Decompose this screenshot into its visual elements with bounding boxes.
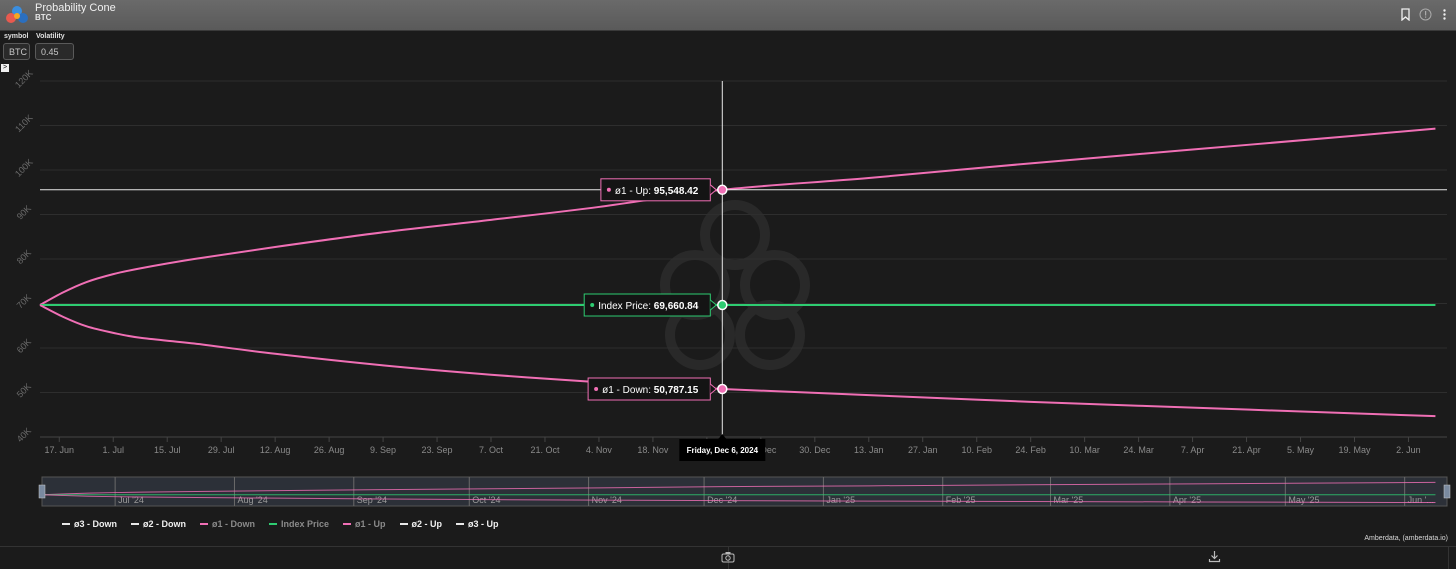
amberdata-watermark <box>660 200 810 370</box>
x-tick-label: 19. May <box>1338 445 1371 455</box>
bottom-toolbar <box>0 546 1456 569</box>
legend-swatch <box>131 523 139 525</box>
legend-swatch <box>456 523 465 525</box>
tooltip-marker <box>590 303 595 308</box>
navigator-label: Sep '24 <box>357 495 387 505</box>
crosshair-date-label: Friday, Dec 6, 2024 <box>687 446 759 455</box>
y-tick-label: 80K <box>15 248 33 266</box>
legend-label: ø3 - Up <box>468 519 499 529</box>
y-tick-label: 70K <box>15 292 33 310</box>
legend-item[interactable]: Index Price <box>269 519 329 529</box>
legend-item[interactable]: ø3 - Down <box>62 519 117 529</box>
x-tick-label: 10. Feb <box>961 445 992 455</box>
camera-icon[interactable] <box>721 551 735 563</box>
x-tick-label: 23. Sep <box>422 445 453 455</box>
legend-item[interactable]: ø1 - Up <box>343 519 386 529</box>
legend-item[interactable]: ø1 - Down <box>200 519 255 529</box>
legend-label: ø2 - Up <box>411 519 443 529</box>
x-tick-label: 26. Aug <box>314 445 345 455</box>
tooltip-text: Index Price: 69,660.84 <box>598 301 699 312</box>
tooltip-pointer <box>709 184 718 196</box>
y-tick-label: 60K <box>15 337 33 355</box>
navigator-label: Aug '24 <box>237 495 267 505</box>
hover-point <box>717 184 728 196</box>
tooltip-marker <box>594 386 599 391</box>
x-tick-label: 7. Apr <box>1181 445 1205 455</box>
y-axis: 40K 50K 60K 70K 80K 90K 100K 110K 120K <box>13 68 35 444</box>
legend-item[interactable]: ø2 - Up <box>399 519 443 529</box>
navigator-label: Feb '25 <box>946 495 976 505</box>
tooltip-label: ø1 - Down: <box>602 385 654 396</box>
hover-point <box>717 383 728 395</box>
probability-cone-chart[interactable]: 40K 50K 60K 70K 80K 90K 100K 110K 120K 17. Jun 1.… <box>0 0 1456 546</box>
legend-swatch <box>269 523 277 525</box>
tooltip-label: ø1 - Up: <box>615 186 654 197</box>
navigator-label: Apr '25 <box>1173 495 1201 505</box>
y-tick-label: 50K <box>15 381 33 399</box>
legend-swatch <box>62 523 70 525</box>
credit-text: Amberdata, (amberdata.io) <box>1364 535 1448 542</box>
download-icon[interactable] <box>1208 550 1221 563</box>
legend-label: ø1 - Down <box>212 519 255 529</box>
y-tick-label: 90K <box>15 203 33 221</box>
x-tick-label: 24. Feb <box>1015 445 1046 455</box>
navigator-label: Dec '24 <box>707 495 737 505</box>
x-tick-label: 21. Oct <box>530 445 560 455</box>
x-tick-label: 4. Nov <box>586 445 613 455</box>
legend-swatch <box>343 523 352 525</box>
navigator-handle-left <box>38 484 46 499</box>
tooltip-value: 50,787.15 <box>654 385 699 396</box>
y-tick-label: 100K <box>13 157 35 179</box>
tooltip: Index Price: 69,660.84 <box>583 293 718 317</box>
chart-grid <box>40 80 1447 438</box>
range-navigator[interactable]: Jul '24 Aug '24 Sep '24 Oct '24 Nov '24 Dec '… <box>38 476 1451 507</box>
x-tick-label: 24. Mar <box>1123 445 1154 455</box>
x-tick-label: 7. Oct <box>479 445 504 455</box>
tooltip: ø1 - Up: 95,548.42 <box>600 178 718 202</box>
navigator-label: May '25 <box>1288 495 1319 505</box>
hover-point <box>717 299 728 311</box>
tooltip-label: Index Price: <box>598 301 654 312</box>
tooltip-value: 69,660.84 <box>654 301 699 312</box>
x-tick-label: 10. Mar <box>1069 445 1100 455</box>
chart-series <box>39 127 1436 418</box>
x-tick-label: 1. Jul <box>102 445 124 455</box>
x-tick-label: 21. Apr <box>1232 445 1261 455</box>
y-tick-label: 110K <box>13 113 34 134</box>
x-tick-label: 27. Jan <box>908 445 938 455</box>
navigator-label: Jan '25 <box>826 495 855 505</box>
y-tick-label: 40K <box>15 426 33 444</box>
chart-legend: ø3 - Down ø2 - Down ø1 - Down Index Price ø1… <box>62 519 513 529</box>
tooltip-text: ø1 - Up: 95,548.42 <box>615 186 699 197</box>
x-tick-label: 18. Nov <box>637 445 669 455</box>
legend-label: Index Price <box>281 519 330 529</box>
legend-item[interactable]: ø2 - Down <box>131 519 186 529</box>
x-tick-label: 9. Sep <box>370 445 396 455</box>
legend-swatch <box>399 523 408 525</box>
tooltip-text: ø1 - Down: 50,787.15 <box>602 385 699 396</box>
x-tick-label: 29. Jul <box>208 445 235 455</box>
legend-swatch <box>200 523 208 525</box>
x-tick-label: 2. Jun <box>1396 445 1421 455</box>
legend-item[interactable]: ø3 - Up <box>456 519 499 529</box>
x-tick-label: 13. Jan <box>854 445 884 455</box>
x-tick-label: 30. Dec <box>799 445 831 455</box>
x-tick-label: 12. Aug <box>260 445 291 455</box>
navigator-label: Jun '... <box>1408 495 1434 505</box>
series--1-up <box>39 127 1436 306</box>
tooltip: ø1 - Down: 50,787.15 <box>587 377 718 401</box>
x-tick-label: 15. Jul <box>154 445 181 455</box>
navigator-handle-right <box>1443 484 1451 499</box>
legend-label: ø2 - Down <box>143 519 186 529</box>
navigator-label: Mar '25 <box>1054 495 1084 505</box>
legend-label: ø3 - Down <box>74 519 117 529</box>
tooltip-marker <box>606 187 611 192</box>
y-tick-label: 120K <box>13 68 35 90</box>
tooltip-value: 95,548.42 <box>654 186 699 197</box>
x-tick-label: 17. Jun <box>45 445 75 455</box>
x-tick-label: 5. May <box>1287 445 1315 455</box>
legend-label: ø1 - Up <box>355 519 386 529</box>
